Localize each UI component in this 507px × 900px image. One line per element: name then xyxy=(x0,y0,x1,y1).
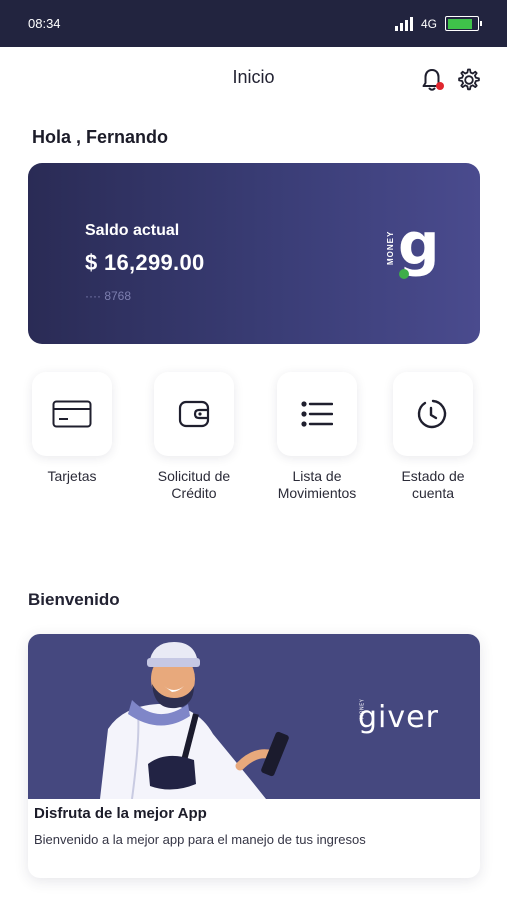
settings-button[interactable] xyxy=(456,67,482,93)
balance-label: Saldo actual xyxy=(85,222,180,239)
person-illustration xyxy=(100,642,289,799)
battery-level xyxy=(447,18,473,29)
status-time: 08:34 xyxy=(28,16,61,31)
section-title: Bienvenido xyxy=(28,590,120,609)
promo-text: Bienvenido a la mejor app para el manejo… xyxy=(34,832,366,847)
status-indicators: 4G xyxy=(394,16,482,31)
promo-logo-small: MONEY xyxy=(359,698,366,720)
list-icon xyxy=(301,401,333,427)
promo-logo-word: giver xyxy=(358,700,439,735)
network-type: 4G xyxy=(420,16,437,31)
credit-card-icon xyxy=(52,400,92,428)
promo-logo: MONEY giver xyxy=(358,698,439,735)
balance-card[interactable]: Saldo actual $ 16,299.00 ···· 8768 MONEY… xyxy=(28,163,480,344)
action-label: Solicitud de Crédito xyxy=(157,468,231,501)
status-bar: 08:34 4G xyxy=(0,0,507,47)
action-tile[interactable] xyxy=(277,372,357,456)
greeting-text: Hola , Fernando xyxy=(32,127,169,147)
promo-title: Disfruta de la mejor App xyxy=(34,805,207,822)
action-lista-movimientos[interactable]: Lista de Movimientos xyxy=(257,372,377,502)
action-tarjetas[interactable]: Tarjetas xyxy=(12,372,132,485)
brand-logo-icon: g xyxy=(398,218,440,279)
action-tile[interactable] xyxy=(154,372,234,456)
promo-card[interactable]: MONEY giver Disfruta de la mejor App Bie… xyxy=(28,634,480,878)
action-tile[interactable] xyxy=(393,372,473,456)
action-label: Lista de Movimientos xyxy=(277,468,357,501)
gear-icon xyxy=(458,68,480,91)
card-number: ···· 8768 xyxy=(85,289,132,303)
action-estado-cuenta[interactable]: Estado de cuenta xyxy=(373,372,493,502)
balance-amount: $ 16,299.00 xyxy=(85,250,205,275)
action-label: Tarjetas xyxy=(47,468,97,484)
promo-banner: MONEY giver xyxy=(28,634,480,799)
clock-icon xyxy=(417,399,447,429)
quick-actions: Tarjetas Solicitud de Crédito Lista de M… xyxy=(0,372,507,512)
action-tile[interactable] xyxy=(32,372,112,456)
notification-dot xyxy=(436,82,444,90)
action-label: Estado de cuenta xyxy=(401,468,465,501)
action-solicitud-credito[interactable]: Solicitud de Crédito xyxy=(134,372,254,502)
signal-icon xyxy=(394,16,413,31)
app-header: Inicio xyxy=(0,47,507,109)
battery-icon xyxy=(445,16,482,31)
wallet-icon xyxy=(178,400,210,428)
notifications-button[interactable] xyxy=(420,67,444,93)
brand-logo-letter: g xyxy=(398,218,440,278)
